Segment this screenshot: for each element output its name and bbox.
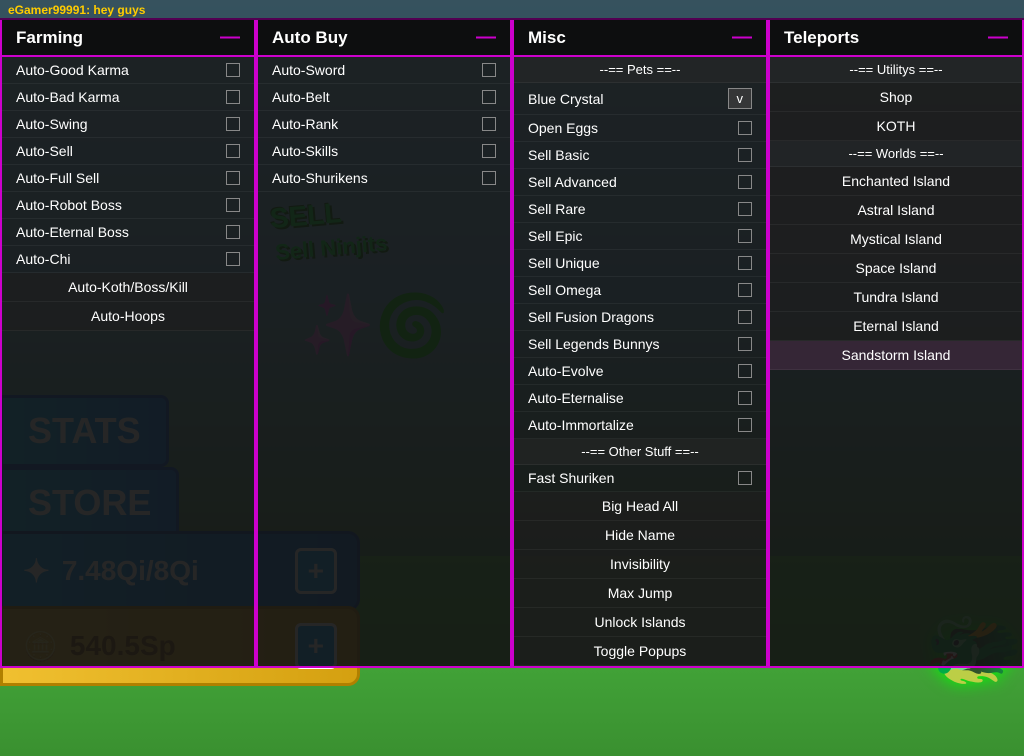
auto-buy-header: Auto Buy — — [258, 20, 510, 57]
checkbox-sell-omega[interactable] — [738, 283, 752, 297]
list-item[interactable]: Auto-Swing — [2, 111, 254, 138]
misc-header: Misc — — [514, 20, 766, 57]
sandstorm-island-button[interactable]: Sandstorm Island — [770, 341, 1022, 370]
mystical-island-button[interactable]: Mystical Island — [770, 225, 1022, 254]
checkbox-sell-legends-bunnys[interactable] — [738, 337, 752, 351]
max-jump-button[interactable]: Max Jump — [514, 579, 766, 608]
list-item[interactable]: Sell Unique — [514, 250, 766, 277]
teleports-close[interactable]: — — [988, 26, 1008, 49]
checkbox-auto-evolve[interactable] — [738, 364, 752, 378]
other-stuff-section-label: --== Other Stuff ==-- — [514, 439, 766, 465]
auto-hoops-button[interactable]: Auto-Hoops — [2, 302, 254, 331]
teleports-header: Teleports — — [770, 20, 1022, 57]
auto-koth-button[interactable]: Auto-Koth/Boss/Kill — [2, 273, 254, 302]
space-island-button[interactable]: Space Island — [770, 254, 1022, 283]
checkbox-sell-rare[interactable] — [738, 202, 752, 216]
list-item[interactable]: Auto-Sell — [2, 138, 254, 165]
list-item[interactable]: Sell Epic — [514, 223, 766, 250]
checkbox-auto-immortalize[interactable] — [738, 418, 752, 432]
checkbox-auto-good-karma[interactable] — [226, 63, 240, 77]
auto-buy-panel: Auto Buy — Auto-Sword Auto-Belt Auto-Ran… — [256, 18, 512, 668]
pets-dropdown-value[interactable]: v — [728, 88, 753, 109]
list-item[interactable]: Auto-Belt — [258, 84, 510, 111]
list-item[interactable]: Auto-Chi — [2, 246, 254, 273]
checkbox-auto-shurikens[interactable] — [482, 171, 496, 185]
list-item[interactable]: Auto-Good Karma — [2, 57, 254, 84]
misc-close[interactable]: — — [732, 26, 752, 49]
checkbox-auto-sword[interactable] — [482, 63, 496, 77]
list-item[interactable]: Sell Fusion Dragons — [514, 304, 766, 331]
username-display: eGamer99991: hey guys — [8, 3, 145, 17]
toggle-popups-button[interactable]: Toggle Popups — [514, 637, 766, 666]
koth-button[interactable]: KOTH — [770, 112, 1022, 141]
hide-name-button[interactable]: Hide Name — [514, 521, 766, 550]
utilitys-section-label: --== Utilitys ==-- — [770, 57, 1022, 83]
checkbox-sell-advanced[interactable] — [738, 175, 752, 189]
list-item[interactable]: Auto-Bad Karma — [2, 84, 254, 111]
checkbox-open-eggs[interactable] — [738, 121, 752, 135]
pets-dropdown-label: Blue Crystal — [528, 91, 603, 107]
teleports-panel: Teleports — --== Utilitys ==-- Shop KOTH… — [768, 18, 1024, 668]
menus-container: Farming — Auto-Good Karma Auto-Bad Karma… — [0, 18, 1024, 668]
checkbox-auto-chi[interactable] — [226, 252, 240, 266]
list-item[interactable]: Auto-Evolve — [514, 358, 766, 385]
list-item[interactable]: Auto-Robot Boss — [2, 192, 254, 219]
checkbox-auto-sell[interactable] — [226, 144, 240, 158]
checkbox-sell-basic[interactable] — [738, 148, 752, 162]
checkbox-fast-shuriken[interactable] — [738, 471, 752, 485]
eternal-island-button[interactable]: Eternal Island — [770, 312, 1022, 341]
farming-title: Farming — [16, 28, 83, 48]
checkbox-sell-epic[interactable] — [738, 229, 752, 243]
tundra-island-button[interactable]: Tundra Island — [770, 283, 1022, 312]
pets-dropdown-row: Blue Crystal v — [514, 83, 766, 115]
enchanted-island-button[interactable]: Enchanted Island — [770, 167, 1022, 196]
list-item[interactable]: Sell Basic — [514, 142, 766, 169]
list-item[interactable]: Sell Legends Bunnys — [514, 331, 766, 358]
checkbox-auto-bad-karma[interactable] — [226, 90, 240, 104]
farming-panel: Farming — Auto-Good Karma Auto-Bad Karma… — [0, 18, 256, 668]
list-item[interactable]: Fast Shuriken — [514, 465, 766, 492]
list-item[interactable]: Auto-Rank — [258, 111, 510, 138]
checkbox-auto-eternalise[interactable] — [738, 391, 752, 405]
list-item[interactable]: Auto-Shurikens — [258, 165, 510, 192]
misc-title: Misc — [528, 28, 566, 48]
checkbox-sell-unique[interactable] — [738, 256, 752, 270]
checkbox-auto-rank[interactable] — [482, 117, 496, 131]
checkbox-auto-eternal-boss[interactable] — [226, 225, 240, 239]
list-item[interactable]: Open Eggs — [514, 115, 766, 142]
checkbox-auto-skills[interactable] — [482, 144, 496, 158]
big-head-all-button[interactable]: Big Head All — [514, 492, 766, 521]
astral-island-button[interactable]: Astral Island — [770, 196, 1022, 225]
list-item[interactable]: Auto-Eternalise — [514, 385, 766, 412]
list-item[interactable]: Sell Omega — [514, 277, 766, 304]
farming-header: Farming — — [2, 20, 254, 57]
worlds-section-label: --== Worlds ==-- — [770, 141, 1022, 167]
list-item[interactable]: Auto-Skills — [258, 138, 510, 165]
checkbox-auto-robot-boss[interactable] — [226, 198, 240, 212]
invisibility-button[interactable]: Invisibility — [514, 550, 766, 579]
checkbox-auto-full-sell[interactable] — [226, 171, 240, 185]
list-item[interactable]: Auto-Full Sell — [2, 165, 254, 192]
checkbox-sell-fusion-dragons[interactable] — [738, 310, 752, 324]
checkbox-auto-belt[interactable] — [482, 90, 496, 104]
list-item[interactable]: Auto-Sword — [258, 57, 510, 84]
shop-button[interactable]: Shop — [770, 83, 1022, 112]
unlock-islands-button[interactable]: Unlock Islands — [514, 608, 766, 637]
farming-close[interactable]: — — [220, 26, 240, 49]
auto-buy-title: Auto Buy — [272, 28, 348, 48]
list-item[interactable]: Sell Rare — [514, 196, 766, 223]
list-item[interactable]: Sell Advanced — [514, 169, 766, 196]
misc-panel: Misc — --== Pets ==-- Blue Crystal v Ope… — [512, 18, 768, 668]
top-bar: eGamer99991: hey guys — [0, 0, 1024, 20]
teleports-title: Teleports — [784, 28, 859, 48]
list-item[interactable]: Auto-Eternal Boss — [2, 219, 254, 246]
list-item[interactable]: Auto-Immortalize — [514, 412, 766, 439]
pets-section-label: --== Pets ==-- — [514, 57, 766, 83]
checkbox-auto-swing[interactable] — [226, 117, 240, 131]
auto-buy-close[interactable]: — — [476, 26, 496, 49]
